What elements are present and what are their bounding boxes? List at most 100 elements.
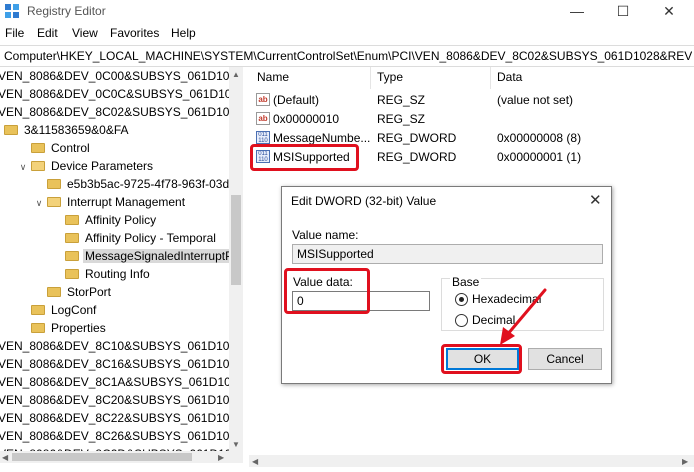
maximize-icon[interactable]: ☐ <box>600 0 646 24</box>
close-icon[interactable]: ✕ <box>646 0 692 24</box>
value-data: (value not set) <box>497 93 574 107</box>
tree-item[interactable]: Affinity Policy - Temporal <box>52 229 218 247</box>
scroll-left-icon[interactable]: ◀ <box>252 457 258 466</box>
tree-item[interactable]: e5b3b5ac-9725-4f78-963f-03dfb1d828c7 <box>34 175 243 193</box>
tree-item-label: Properties <box>51 321 106 335</box>
decimal-radio[interactable] <box>455 314 468 327</box>
value-name: 0x00000010 <box>273 112 340 126</box>
tree-item[interactable]: ∨ Device Parameters <box>18 157 155 175</box>
tree-item[interactable]: VEN_8086&DEV_8C26&SUBSYS_061D1028&REV_05 <box>0 427 243 445</box>
tree-item[interactable]: Affinity Policy <box>52 211 158 229</box>
tree-item[interactable]: VEN_8086&DEV_0C0C&SUBSYS_061D1028&REV_06 <box>0 85 243 103</box>
decimal-label[interactable]: Decimal <box>472 313 515 327</box>
tree-item-label: Affinity Policy - Temporal <box>85 231 216 245</box>
highlight-value-data <box>284 268 370 314</box>
menu-help[interactable]: Help <box>171 26 196 40</box>
tree-item[interactable]: Properties <box>18 319 108 337</box>
value-data: 0x00000001 (1) <box>497 150 582 164</box>
tree-scroll-thumb[interactable] <box>231 195 241 285</box>
folder-icon <box>65 215 79 225</box>
tree-item[interactable]: VEN_8086&DEV_8C22&SUBSYS_061D1028&REV_05 <box>0 409 243 427</box>
folder-icon <box>31 161 45 171</box>
highlight-msisupported <box>250 144 359 171</box>
column-header-data[interactable]: Data <box>497 70 522 84</box>
scroll-up-icon[interactable]: ▲ <box>232 70 240 79</box>
tree-item-label: VEN_8086&DEV_8C26&SUBSYS_061D1028&REV_05 <box>0 429 243 443</box>
window-title: Registry Editor <box>27 4 106 18</box>
value-type: REG_SZ <box>377 112 426 126</box>
menu-edit[interactable]: Edit <box>37 26 58 40</box>
values-horizontal-scrollbar[interactable] <box>249 455 694 467</box>
folder-icon <box>31 143 45 153</box>
hexadecimal-label[interactable]: Hexadecimal <box>472 292 541 306</box>
tree-item-label: Routing Info <box>85 267 150 281</box>
folder-icon <box>65 233 79 243</box>
tree-item[interactable]: VEN_8086&DEV_8C20&SUBSYS_061D1028&REV_05 <box>0 391 243 409</box>
scroll-left-icon[interactable]: ◀ <box>2 453 8 462</box>
tree-item[interactable]: VEN_8086&DEV_0C00&SUBSYS_061D1028&REV_06 <box>0 67 243 85</box>
folder-icon <box>4 125 18 135</box>
value-row[interactable]: ab 0x00000010 REG_SZ <box>249 110 694 129</box>
chevron-down-icon[interactable]: ∨ <box>18 158 28 176</box>
folder-icon <box>47 179 61 189</box>
tree-item-label: StorPort <box>67 285 112 299</box>
tree-item[interactable]: ∨ Interrupt Management <box>34 193 187 211</box>
tree-item[interactable]: 3&11583659&0&FA <box>4 121 131 139</box>
scroll-right-icon[interactable]: ▶ <box>218 453 224 462</box>
tree-item-label: VEN_8086&DEV_0C0C&SUBSYS_061D1028&REV_06 <box>0 87 243 101</box>
title-bar: Registry Editor — ☐ ✕ <box>0 0 694 24</box>
tree-item-label: e5b3b5ac-9725-4f78-963f-03dfb1d828c7 <box>67 177 243 191</box>
menu-favorites[interactable]: Favorites <box>110 26 159 40</box>
column-divider[interactable] <box>490 67 491 89</box>
base-label: Base <box>450 275 482 289</box>
folder-icon <box>47 287 61 297</box>
scroll-right-icon[interactable]: ▶ <box>682 457 688 466</box>
folder-icon <box>65 269 79 279</box>
chevron-down-icon[interactable]: ∨ <box>34 194 44 212</box>
column-header-name[interactable]: Name <box>257 70 289 84</box>
tree-item[interactable]: StorPort <box>34 283 113 301</box>
value-name: MessageNumbe... <box>273 131 371 145</box>
tree-item-selected[interactable]: MessageSignaledInterruptProperties <box>52 247 243 265</box>
tree-item[interactable]: Control <box>18 139 92 157</box>
dialog-title: Edit DWORD (32-bit) Value <box>291 194 437 208</box>
column-header-type[interactable]: Type <box>377 70 403 84</box>
close-icon[interactable]: ✕ <box>589 191 602 209</box>
scroll-down-icon[interactable]: ▼ <box>232 440 240 449</box>
tree-item-label: VEN_8086&DEV_8C02&SUBSYS_061D1028&REV_05 <box>0 105 243 119</box>
value-type: REG_DWORD <box>377 150 457 164</box>
menu-view[interactable]: View <box>72 26 98 40</box>
tree-item[interactable]: LogConf <box>18 301 98 319</box>
tree-hscroll-thumb[interactable] <box>12 453 192 461</box>
tree-item-label: 3&11583659&0&FA <box>24 123 129 137</box>
minimize-icon[interactable]: — <box>554 0 600 24</box>
value-data: 0x00000008 (8) <box>497 131 582 145</box>
column-divider[interactable] <box>370 67 371 89</box>
folder-icon <box>47 197 61 207</box>
folder-icon <box>31 323 45 333</box>
address-path[interactable]: Computer\HKEY_LOCAL_MACHINE\SYSTEM\Curre… <box>4 49 692 63</box>
tree-item[interactable]: VEN_8086&DEV_8C10&SUBSYS_061D1028&REV_D5 <box>0 337 243 355</box>
tree-item-label: VEN_8086&DEV_8C10&SUBSYS_061D1028&REV_D5 <box>0 339 243 353</box>
hexadecimal-radio[interactable] <box>455 293 468 306</box>
tree-item[interactable]: VEN_8086&DEV_8C16&SUBSYS_061D1028&REV_D5 <box>0 355 243 373</box>
cancel-button[interactable]: Cancel <box>528 348 602 370</box>
tree-item-label: MessageSignaledInterruptProperties <box>83 249 243 263</box>
value-type: REG_SZ <box>377 93 426 107</box>
folder-icon <box>65 251 79 261</box>
value-row[interactable]: ab (Default) REG_SZ (value not set) <box>249 91 694 110</box>
tree-item[interactable]: VEN_8086&DEV_8C1A&SUBSYS_061D1028&REV_D5 <box>0 373 243 391</box>
tree-item-label: VEN_8086&DEV_8C16&SUBSYS_061D1028&REV_D5 <box>0 357 243 371</box>
menu-file[interactable]: File <box>5 26 24 40</box>
tree-item[interactable]: VEN_8086&DEV_8C02&SUBSYS_061D1028&REV_05 <box>0 103 243 121</box>
tree-item[interactable]: Routing Info <box>52 265 152 283</box>
tree-item-label: VEN_8086&DEV_8C1A&SUBSYS_061D1028&REV_D5 <box>0 375 243 389</box>
address-bar[interactable]: Computer\HKEY_LOCAL_MACHINE\SYSTEM\Curre… <box>0 45 694 67</box>
tree-item-label: LogConf <box>51 303 97 317</box>
folder-icon <box>31 305 45 315</box>
tree-item-label: Interrupt Management <box>67 195 186 209</box>
registry-editor-icon <box>5 4 19 18</box>
value-type: REG_DWORD <box>377 131 457 145</box>
value-name-field: MSISupported <box>292 244 603 264</box>
tree-item-label: Affinity Policy <box>85 213 157 227</box>
